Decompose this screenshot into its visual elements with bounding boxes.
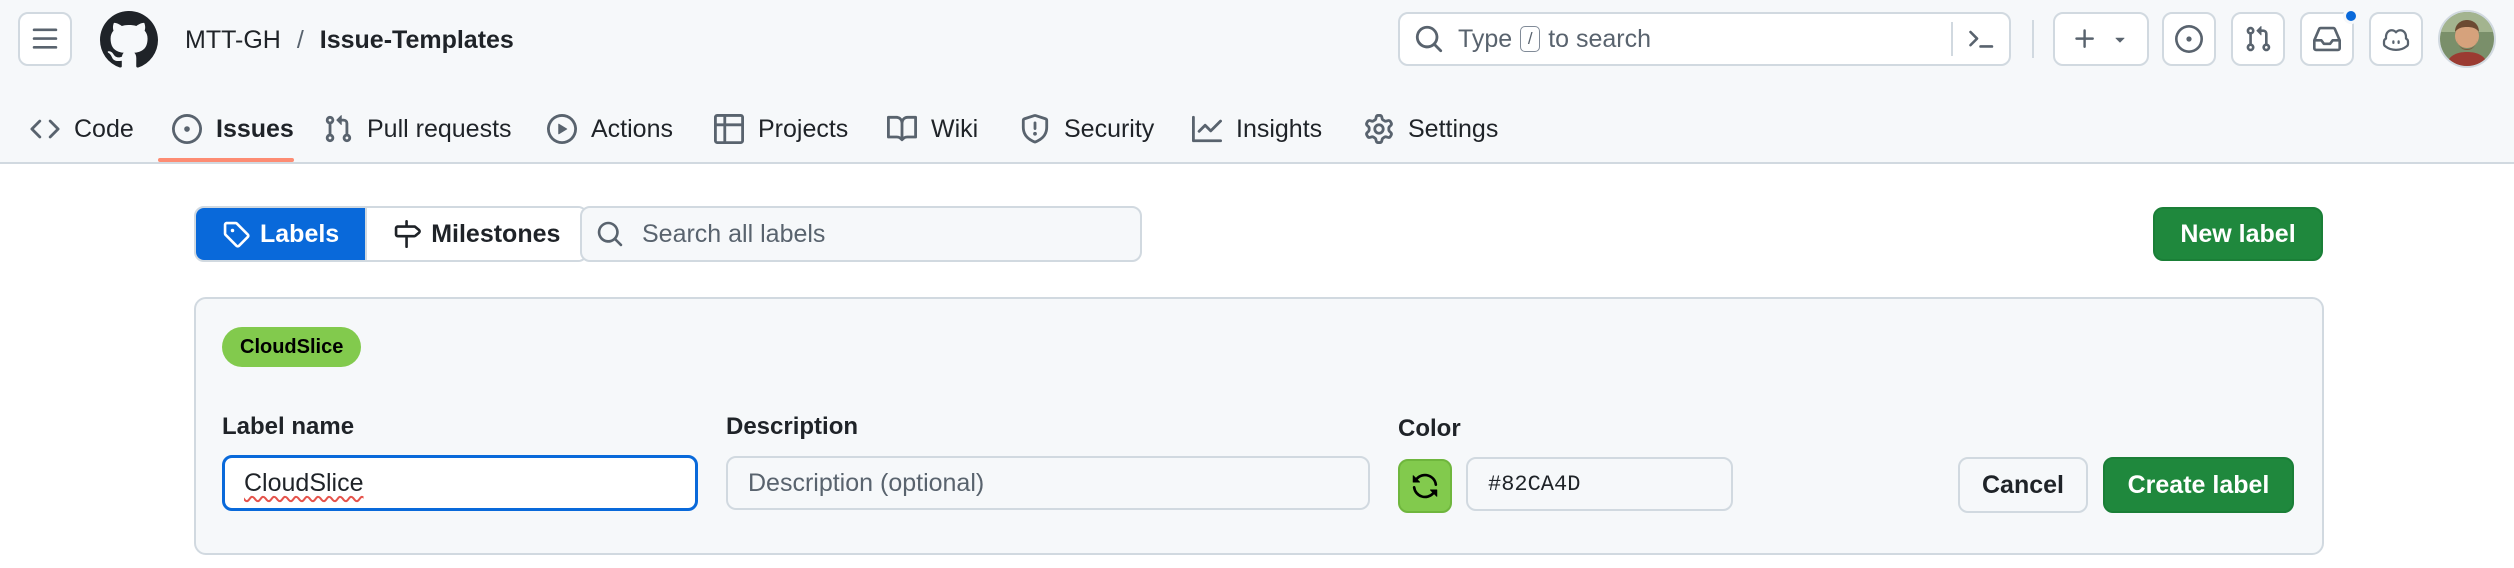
- breadcrumb: MTT-GH / Issue-Templates: [185, 22, 514, 58]
- table-icon: [714, 114, 744, 144]
- tab-projects-label: Projects: [758, 114, 849, 143]
- code-icon: [30, 119, 60, 139]
- tab-pull-requests-label: Pull requests: [367, 114, 512, 143]
- milestones-tab-label: Milestones: [431, 219, 561, 248]
- labels-tab-label: Labels: [260, 219, 340, 248]
- copilot-icon: [2382, 29, 2410, 51]
- your-issues-button[interactable]: [2162, 12, 2216, 66]
- tab-issues[interactable]: Issues: [172, 96, 294, 162]
- breadcrumb-separator: /: [296, 25, 304, 54]
- gear-icon: [1365, 114, 1393, 144]
- issue-opened-icon: [172, 114, 202, 144]
- open-global-navigation-button[interactable]: [18, 12, 72, 66]
- description-input[interactable]: Description (optional): [726, 456, 1370, 510]
- play-icon: [547, 114, 577, 144]
- header-divider: [2032, 20, 2034, 58]
- search-placeholder-prefix: Type: [1458, 24, 1513, 53]
- search-placeholder: Type / to search: [1458, 25, 1651, 54]
- tab-insights[interactable]: Insights: [1192, 96, 1322, 162]
- new-label-form: [194, 297, 2324, 555]
- slash-key-hint: /: [1520, 26, 1541, 52]
- graph-icon: [1192, 115, 1222, 143]
- active-tab-indicator: [158, 158, 294, 162]
- search-labels-placeholder: Search all labels: [642, 219, 826, 248]
- chevron-down-icon: [2115, 37, 2125, 43]
- tab-pull-requests[interactable]: Pull requests: [323, 96, 512, 162]
- label-name-label: Label name: [222, 413, 355, 440]
- milestones-tab-button[interactable]: Milestones: [365, 208, 587, 260]
- unread-notification-dot: [2343, 8, 2359, 24]
- create-new-button[interactable]: [2053, 12, 2149, 66]
- tab-settings[interactable]: Settings: [1364, 96, 1498, 162]
- create-label-button[interactable]: Create label: [2103, 457, 2294, 513]
- search-icon: [597, 221, 623, 247]
- app-header: MTT-GH / Issue-Templates Type / to searc…: [0, 0, 2514, 164]
- tab-settings-label: Settings: [1408, 114, 1499, 143]
- new-label-button[interactable]: New label: [2153, 207, 2323, 261]
- description-placeholder: Description (optional): [748, 468, 985, 497]
- github-logo-icon[interactable]: [100, 11, 158, 69]
- command-palette-button[interactable]: [1951, 22, 1995, 56]
- notifications-inbox-button[interactable]: [2300, 8, 2359, 66]
- search-icon: [1415, 25, 1443, 53]
- tab-insights-label: Insights: [1236, 114, 1323, 143]
- issue-opened-icon: [2175, 25, 2203, 53]
- tab-security[interactable]: Security: [1020, 96, 1154, 162]
- hamburger-menu-icon: [32, 28, 58, 49]
- git-pull-request-icon: [2246, 26, 2271, 52]
- tab-wiki[interactable]: Wiki: [887, 96, 978, 162]
- tab-security-label: Security: [1064, 114, 1155, 143]
- copilot-button[interactable]: [2369, 12, 2423, 66]
- labels-tab-button[interactable]: Labels: [196, 208, 366, 260]
- color-hex-input[interactable]: #82CA4D: [1466, 457, 1733, 511]
- breadcrumb-owner-link[interactable]: MTT-GH: [185, 26, 281, 55]
- book-icon: [887, 115, 917, 142]
- tab-projects[interactable]: Projects: [714, 96, 848, 162]
- global-search-input[interactable]: Type / to search: [1398, 12, 2011, 66]
- your-pull-requests-button[interactable]: [2231, 12, 2285, 66]
- shield-icon: [1021, 114, 1049, 144]
- label-preview-badge: CloudSlice: [222, 327, 362, 367]
- tab-actions[interactable]: Actions: [547, 96, 673, 162]
- color-hex-value: #82CA4D: [1488, 471, 1581, 497]
- search-labels-input[interactable]: Search all labels: [580, 206, 1142, 262]
- breadcrumb-repo-link[interactable]: Issue-Templates: [320, 26, 514, 55]
- search-placeholder-suffix: to search: [1548, 24, 1652, 53]
- labels-milestones-switcher: Labels Milestones: [194, 206, 589, 262]
- cancel-button[interactable]: Cancel: [1958, 457, 2088, 513]
- tab-code[interactable]: Code: [30, 96, 134, 162]
- command-palette-icon: [1969, 30, 1994, 48]
- milestone-icon: [394, 220, 422, 248]
- randomize-color-button[interactable]: [1398, 459, 1452, 513]
- user-avatar[interactable]: [2438, 10, 2496, 68]
- label-name-value: CloudSlice: [244, 468, 364, 497]
- color-label: Color: [1398, 415, 1461, 442]
- repository-navigation: Code Issues Pull requests Actions Projec…: [0, 96, 2514, 162]
- label-name-input[interactable]: CloudSlice: [222, 455, 698, 511]
- tab-code-label: Code: [74, 114, 134, 143]
- sync-icon: [1412, 473, 1438, 499]
- description-label: Description: [726, 413, 859, 440]
- tab-issues-label: Issues: [216, 114, 294, 143]
- plus-icon: [2075, 29, 2094, 48]
- tab-wiki-label: Wiki: [931, 114, 979, 143]
- inbox-icon: [2313, 26, 2341, 52]
- git-pull-request-icon: [325, 115, 352, 143]
- tag-icon: [223, 221, 250, 248]
- tab-actions-label: Actions: [591, 114, 673, 143]
